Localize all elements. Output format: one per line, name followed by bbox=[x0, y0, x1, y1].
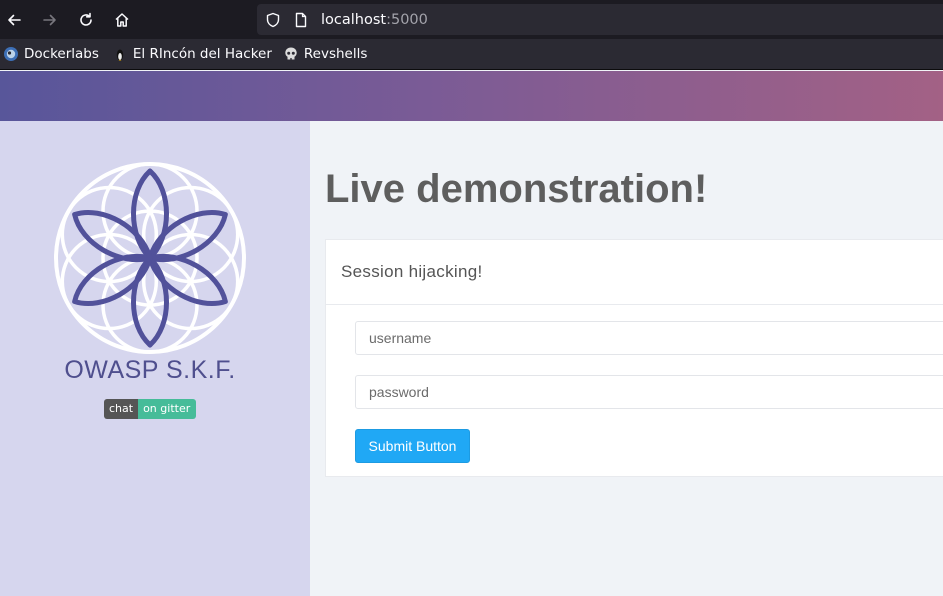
reload-button[interactable] bbox=[68, 0, 104, 39]
username-input[interactable] bbox=[355, 321, 943, 355]
bookmark-rincon-del-hacker[interactable]: El RIncón del Hacker bbox=[109, 42, 278, 66]
bookmark-label: Dockerlabs bbox=[24, 46, 99, 62]
penguin-icon bbox=[112, 46, 128, 62]
card-title: Session hijacking! bbox=[326, 240, 943, 305]
page-title: Live demonstration! bbox=[325, 167, 708, 211]
url-port: :5000 bbox=[386, 11, 428, 28]
reload-icon bbox=[80, 12, 92, 26]
gitter-chat-badge[interactable]: chat on gitter bbox=[104, 399, 197, 419]
arrow-left-icon bbox=[8, 14, 21, 25]
badge-right-label: on gitter bbox=[138, 399, 197, 419]
url-bar[interactable]: localhost:5000 bbox=[257, 4, 943, 35]
back-button[interactable] bbox=[0, 0, 32, 39]
url-text[interactable]: localhost:5000 bbox=[321, 12, 428, 28]
bookmark-label: El RIncón del Hacker bbox=[132, 46, 272, 62]
submit-button[interactable]: Submit Button bbox=[355, 429, 470, 463]
bookmark-revshells[interactable]: Revshells bbox=[280, 42, 374, 66]
bookmark-label: Revshells bbox=[303, 46, 368, 62]
sidebar: OWASP S.K.F. chat on gitter bbox=[0, 121, 310, 596]
badge-left-label: chat bbox=[104, 399, 139, 419]
page-content: OWASP S.K.F. chat on gitter Live demonst… bbox=[0, 71, 943, 596]
page-icon[interactable] bbox=[293, 12, 309, 28]
forward-button[interactable] bbox=[32, 0, 68, 39]
home-button[interactable] bbox=[104, 0, 140, 39]
sidebar-title: OWASP S.K.F. bbox=[64, 356, 236, 384]
main-content: Live demonstration! Session hijacking! S… bbox=[310, 121, 943, 596]
shield-icon[interactable] bbox=[265, 12, 281, 28]
arrow-right-icon bbox=[43, 14, 56, 25]
bookmark-dockerlabs[interactable]: Dockerlabs bbox=[0, 42, 105, 66]
login-card: Session hijacking! Submit Button bbox=[325, 239, 943, 477]
home-icon bbox=[115, 12, 129, 27]
dockerlabs-icon bbox=[3, 46, 19, 62]
url-host: localhost bbox=[321, 11, 387, 28]
owasp-skf-logo-icon bbox=[54, 162, 246, 354]
browser-toolbar: localhost:5000 bbox=[0, 0, 943, 39]
password-input[interactable] bbox=[355, 375, 943, 409]
bookmarks-toolbar: Dockerlabs El RIncón del Hacker Revshell… bbox=[0, 39, 943, 70]
header-gradient-bar bbox=[0, 71, 943, 121]
skull-icon bbox=[283, 46, 299, 62]
